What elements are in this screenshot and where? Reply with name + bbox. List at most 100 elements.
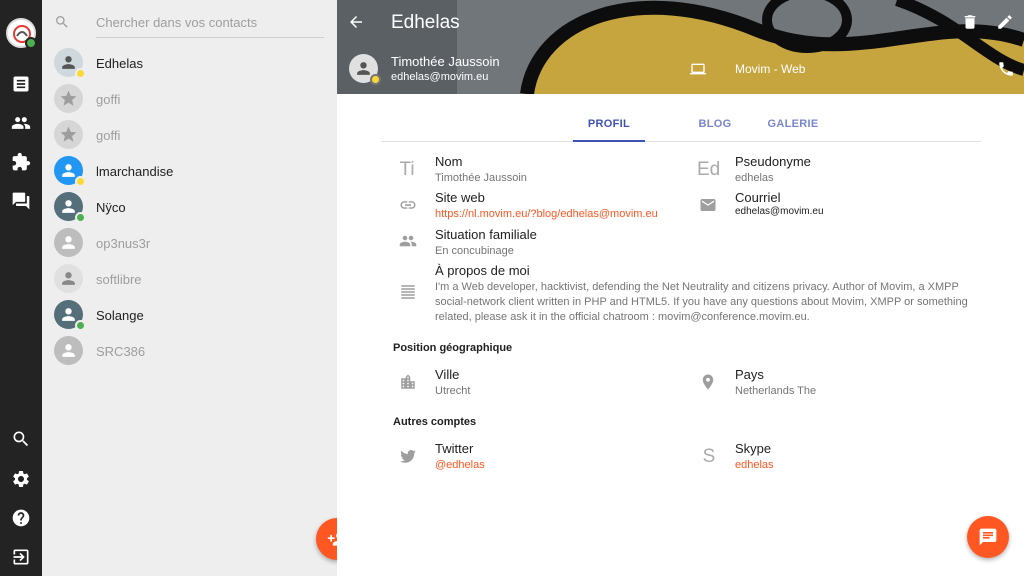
contact-list: Edhelas goffi goffi lmarchandise Nÿco op… <box>42 45 337 369</box>
help-icon[interactable] <box>11 508 31 528</box>
marital-value: En concubinage <box>435 245 514 257</box>
about-text: I'm a Web developer, hacktivist, defendi… <box>435 281 968 323</box>
chat-icon[interactable] <box>11 191 31 211</box>
city-label: Ville <box>435 367 460 382</box>
contact-name: softlibre <box>96 272 142 287</box>
city-icon <box>398 373 418 393</box>
avatar <box>349 54 381 85</box>
tab-profil[interactable]: PROFIL <box>573 108 645 142</box>
contact-name: Solange <box>96 308 144 323</box>
contact-name: goffi <box>96 92 121 107</box>
contact-item[interactable]: Solange <box>42 297 337 333</box>
twitter-label: Twitter <box>435 441 474 456</box>
contact-search <box>42 0 337 40</box>
avatar <box>54 228 83 257</box>
avatar <box>54 264 83 293</box>
open-chat-button[interactable] <box>967 516 1009 558</box>
contact-item[interactable]: lmarchandise <box>42 153 337 189</box>
phone-icon[interactable] <box>997 60 1015 78</box>
place-icon <box>698 373 718 393</box>
device-name: Movim - Web <box>735 62 806 76</box>
person-icon <box>62 236 75 249</box>
link-icon <box>398 196 418 216</box>
name-label: Nom <box>435 154 463 169</box>
contact-item[interactable]: goffi <box>42 81 337 117</box>
star-icon <box>60 90 77 106</box>
name-initials-icon: Ti <box>399 159 415 180</box>
presence-online <box>75 320 86 331</box>
presence-online <box>75 212 86 223</box>
status-dot <box>25 37 37 49</box>
skype-label: Skype <box>735 441 772 456</box>
email-label: Courriel <box>735 190 781 205</box>
contact-name: SRC386 <box>96 344 146 359</box>
twitter-link[interactable]: @edhelas <box>435 459 485 471</box>
nick-label: Pseudonyme <box>735 154 811 169</box>
website-link[interactable]: https://nl.movim.eu/?blog/edhelas@movim.… <box>435 208 658 220</box>
search-icon <box>54 14 70 30</box>
person-icon <box>62 200 75 213</box>
person-icon <box>62 56 75 69</box>
contact-name: Nÿco <box>96 200 126 215</box>
person-icon <box>62 272 75 285</box>
presence-away <box>75 68 86 79</box>
search-input[interactable] <box>96 8 324 38</box>
page-title: Edhelas <box>391 12 460 33</box>
skype-icon: S <box>702 446 716 467</box>
nick-initials-icon: Ed <box>697 159 721 180</box>
logout-icon[interactable] <box>11 547 31 567</box>
skype-link[interactable]: edhelas <box>735 459 774 471</box>
profile-panel: Edhelas Timothée Jaussoin edhelas@movim.… <box>337 0 1024 576</box>
country-value: Netherlands The <box>735 385 817 397</box>
search-icon[interactable] <box>11 429 31 449</box>
contact-item[interactable]: op3nus3r <box>42 225 337 261</box>
laptop-icon <box>689 61 707 77</box>
tab-blog[interactable]: BLOG <box>687 108 743 142</box>
contact-name: goffi <box>96 128 121 143</box>
nick-value: edhelas <box>735 172 774 184</box>
about-label: À propos de moi <box>435 263 530 278</box>
contact-item[interactable]: softlibre <box>42 261 337 297</box>
edit-icon[interactable] <box>996 13 1014 31</box>
text-lines-icon <box>398 283 418 303</box>
contact-name: Edhelas <box>96 56 143 71</box>
star-icon <box>60 126 77 142</box>
people-icon <box>398 232 418 252</box>
country-label: Pays <box>735 367 764 382</box>
contact-name: lmarchandise <box>96 164 174 179</box>
nav-rail <box>0 0 42 576</box>
name-value: Timothée Jaussoin <box>435 172 527 184</box>
accounts-section-title: Autres comptes <box>393 416 477 428</box>
person-icon <box>357 62 370 75</box>
contact-item[interactable]: Edhelas <box>42 45 337 81</box>
communities-icon[interactable] <box>11 152 31 172</box>
person-icon <box>62 344 75 357</box>
news-icon[interactable] <box>11 74 31 94</box>
chat-icon <box>979 528 997 546</box>
settings-icon[interactable] <box>11 469 31 489</box>
presence-away <box>370 74 381 85</box>
marital-label: Situation familiale <box>435 227 537 242</box>
contacts-icon[interactable] <box>11 113 31 133</box>
mail-icon <box>698 196 718 216</box>
avatar <box>54 300 86 331</box>
back-arrow-icon[interactable] <box>347 13 365 31</box>
contact-name: op3nus3r <box>96 236 151 251</box>
delete-icon[interactable] <box>961 13 979 31</box>
profile-tabs: PROFIL BLOG GALERIE <box>381 108 981 142</box>
user-name: Timothée Jaussoin <box>391 54 500 69</box>
presence-away <box>75 176 86 187</box>
avatar <box>54 48 86 79</box>
website-label: Site web <box>435 190 485 205</box>
email-value: edhelas@movim.eu <box>735 206 824 217</box>
tab-galerie[interactable]: GALERIE <box>757 108 829 142</box>
contact-item[interactable]: goffi <box>42 117 337 153</box>
app-logo[interactable] <box>6 18 37 49</box>
person-icon <box>62 164 75 177</box>
contact-item[interactable]: SRC386 <box>42 333 337 369</box>
contacts-panel: Edhelas goffi goffi lmarchandise <box>42 0 358 576</box>
contact-item[interactable]: Nÿco <box>42 189 337 225</box>
location-section-title: Position géographique <box>393 342 513 354</box>
avatar <box>54 156 86 187</box>
person-icon <box>62 308 75 321</box>
